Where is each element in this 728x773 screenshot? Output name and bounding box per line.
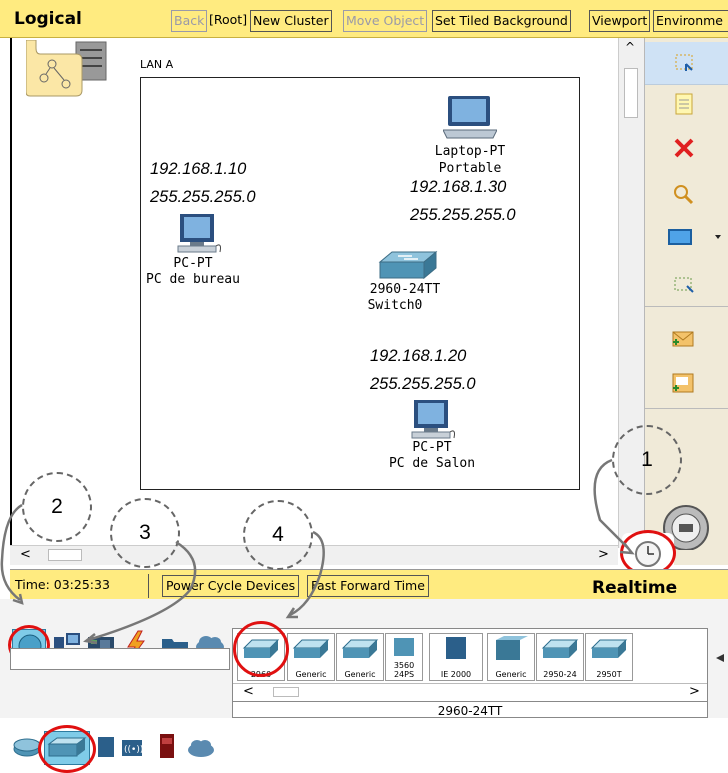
laptop-model-label: Laptop-PT (434, 144, 506, 159)
pc-bureau-ip-label: 192.168.1.10 (150, 160, 247, 178)
lan-label: LAN A (140, 58, 174, 71)
new-cluster-button[interactable]: New Cluster (250, 10, 332, 32)
fast-forward-time-button[interactable]: Fast Forward Time (307, 575, 429, 597)
scroll-right-icon[interactable]: > (598, 547, 609, 562)
callout-4: 4 (243, 500, 313, 570)
scroll-left-icon[interactable]: < (243, 684, 254, 699)
tool-divider (645, 408, 728, 409)
collapse-arrow-icon[interactable] (712, 650, 728, 666)
laptop-icon[interactable] (442, 94, 498, 142)
device-scroll-thumb[interactable] (273, 687, 299, 697)
pc-icon[interactable] (410, 398, 456, 442)
vertical-scroll-thumb[interactable] (624, 68, 638, 118)
device-item-2950-24[interactable]: 2950-24 (536, 633, 584, 681)
pc-bureau-model-label: PC-PT (173, 256, 213, 271)
switch-icon[interactable] (378, 250, 438, 282)
security-subcategory[interactable] (158, 732, 176, 760)
device-list-scrollbar[interactable]: < > (233, 683, 707, 701)
device-item-generic[interactable]: Generic (487, 633, 535, 681)
wan-emulation-subcategory[interactable] (186, 737, 216, 759)
realtime-mode-label: Realtime (592, 578, 678, 598)
horizontal-scroll-thumb[interactable] (48, 549, 82, 561)
callout-3: 3 (110, 498, 180, 568)
root-label: [Root] (207, 10, 250, 32)
device-item-ie2000[interactable]: IE 2000 (429, 633, 483, 681)
move-object-button[interactable]: Move Object (343, 10, 428, 32)
pc-icon[interactable] (176, 212, 222, 256)
select-tool[interactable] (645, 42, 728, 85)
laptop-ip-label: 192.168.1.30 (410, 178, 507, 196)
switch-model-label: 2960-24TT (369, 282, 441, 297)
back-button[interactable]: Back (171, 10, 208, 32)
time-divider (148, 574, 149, 598)
device-item-label: Generic (295, 670, 327, 679)
device-item-label: Generic (344, 670, 376, 679)
device-item-label: 2950-24 (543, 670, 577, 679)
device-item-generic[interactable]: Generic (287, 633, 335, 681)
device-item-label: Generic (495, 670, 527, 679)
pc-salon-ip-label: 192.168.1.20 (370, 347, 467, 365)
device-item-label: 3560 24PS (393, 661, 415, 679)
pc-salon-name-label: PC de Salon (388, 456, 476, 471)
time-display: Time: 03:25:33 (12, 575, 113, 597)
pc-salon-mask-label: 255.255.255.0 (370, 375, 476, 393)
device-item-generic[interactable]: Generic (336, 633, 384, 681)
viewport-button[interactable]: Viewport (589, 10, 651, 32)
switch-highlight-circle (38, 725, 96, 773)
svg-text:((•)): ((•)) (124, 745, 143, 755)
hubs-subcategory[interactable] (94, 733, 118, 759)
power-cycle-devices-button[interactable]: Power Cycle Devices (162, 575, 300, 597)
logical-view-label: Logical (14, 9, 82, 29)
device-model-list: 2960 Generic Generic 3560 24PS IE 2000 G… (232, 621, 708, 719)
delete-icon[interactable] (645, 128, 728, 168)
top-toolbar: Logical Back [Root] New Cluster Move Obj… (0, 0, 728, 38)
device-2960-highlight-circle (233, 621, 289, 677)
device-item-label: 2950T (596, 670, 622, 679)
pc-bureau-name-label: PC de bureau (146, 272, 240, 287)
selected-device-label: 2960-24TT (233, 701, 707, 719)
callout-1: 1 (612, 425, 682, 495)
set-tiled-background-button[interactable]: Set Tiled Background (432, 10, 571, 32)
inspect-icon[interactable] (645, 174, 728, 214)
horizontal-scrollbar[interactable]: < > (10, 545, 618, 565)
laptop-mask-label: 255.255.255.0 (410, 206, 516, 224)
draw-rectangle-icon[interactable] (645, 218, 728, 258)
pc-bureau-mask-label: 255.255.255.0 (150, 188, 256, 206)
note-icon[interactable] (645, 84, 728, 124)
scroll-right-icon[interactable]: > (689, 684, 700, 699)
callout-2: 2 (22, 472, 92, 542)
device-item-3560[interactable]: 3560 24PS (385, 633, 423, 681)
device-item-label: IE 2000 (440, 670, 472, 679)
cluster-icon[interactable] (25, 39, 114, 98)
scroll-up-icon[interactable]: ^ (625, 40, 635, 54)
tool-divider (645, 306, 728, 307)
wireless-subcategory[interactable]: ((•)) (120, 736, 144, 758)
add-complex-pdu-icon[interactable] (645, 364, 728, 404)
category-name-field (10, 648, 230, 670)
device-item-2950t[interactable]: 2950T (585, 633, 633, 681)
environment-button[interactable]: Environme (653, 10, 728, 32)
pc-salon-model-label: PC-PT (412, 440, 452, 455)
scroll-left-icon[interactable]: < (20, 547, 31, 562)
laptop-name-label: Portable (438, 161, 502, 176)
switch-name-label: Switch0 (367, 298, 423, 313)
add-simple-pdu-icon[interactable] (645, 320, 728, 360)
resize-shape-icon[interactable] (645, 264, 728, 304)
